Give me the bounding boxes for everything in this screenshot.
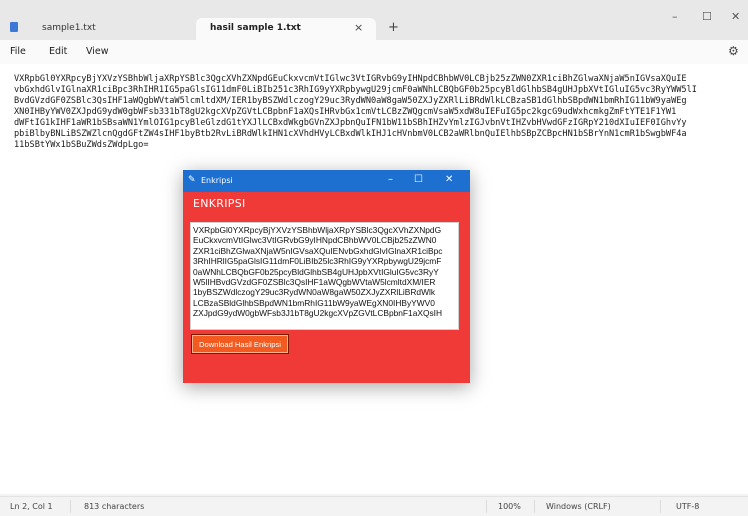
status-divider (70, 500, 71, 513)
cipher-line: EuCkxvcmVtIGlwc3VtIGRvbG9yIHNpdCBhbWV0LC… (193, 235, 437, 246)
feather-icon: ✎ (188, 175, 196, 185)
editor-content[interactable]: VXRpbGl0YXRpcyBjYXVzYSBhbWljaXRpYSBlc3Qg… (14, 74, 748, 151)
status-bar: Ln 2, Col 1 813 characters 100% Windows … (0, 496, 748, 516)
tab-hasil-sample-1[interactable]: hasil sample 1.txt × (196, 18, 376, 40)
cursor-position: Ln 2, Col 1 (10, 502, 53, 511)
editor-line: dWFtIG1kIHF1aWR1bSBsaWN1YmlOIG1pcyBleGlz… (14, 118, 687, 128)
editor-line: XN0IHByYWV0ZXJpdG9ydW0gbWFsb331bT8gU2kgc… (14, 107, 677, 117)
notepad-icon (10, 22, 18, 32)
character-count: 813 characters (84, 502, 145, 511)
editor-line: pbiBlbyBNLiBSZWZlcnQgdGFtZW4sIHF1byBtb2R… (14, 129, 687, 139)
enkripsi-dialog: ✎ Enkripsi – ☐ ✕ ENKRIPSI VXRpbGl0YXRpcy… (183, 170, 470, 383)
dialog-maximize-button[interactable]: ☐ (414, 174, 423, 185)
menu-view[interactable]: View (86, 46, 109, 57)
minimize-button[interactable]: – (672, 10, 678, 23)
editor-line: VXRpbGl0YXRpcyBjYXVzYSBhbWljaXRpYSBlc3Qg… (14, 74, 687, 84)
editor-line: 11bSBtYWx1bSBuZWdsZWdpLgo= (14, 140, 149, 150)
cipher-line: ZXR1ciBhZGlwaXNjaW5nIGVsaXQuIENvbGxhdGlv… (193, 245, 443, 256)
dialog-close-button[interactable]: ✕ (445, 174, 453, 185)
dialog-title: Enkripsi (201, 176, 233, 185)
tab-label: sample1.txt (42, 23, 96, 33)
ciphertext-content: VXRpbGl0YXRpcyBjYXVzYSBhbWljaXRpYSBlc3Qg… (193, 225, 442, 319)
dialog-title-bar: ✎ Enkripsi – ☐ ✕ (183, 170, 470, 192)
dialog-heading: ENKRIPSI (193, 197, 246, 210)
menu-edit[interactable]: Edit (49, 46, 67, 57)
cipher-line: ZXJpdG9ydW0gbWFsb3J1bT8gU2kgcXVpZGVtLCBp… (193, 308, 443, 319)
cipher-line: 3RhIHRlIG5paGlsIG11dmF0LiBIb25lc3RhIG9yY… (193, 256, 442, 267)
maximize-button[interactable]: ☐ (702, 10, 712, 23)
line-ending[interactable]: Windows (CRLF) (546, 502, 611, 511)
cipher-line: W5lIHBvdGVzdGF0ZSBlc3QsIHF1aWQgbWVtaW5lc… (193, 277, 436, 288)
dialog-minimize-button[interactable]: – (388, 174, 393, 185)
tab-label: hasil sample 1.txt (210, 23, 301, 33)
zoom-level[interactable]: 100% (498, 502, 521, 511)
new-tab-button[interactable]: + (388, 20, 399, 35)
status-divider (486, 500, 487, 513)
title-bar: sample1.txt hasil sample 1.txt × + – ☐ ✕ (0, 0, 748, 40)
editor-line: BvdGVzdGF0ZSBlc3QsIHF1aWQgbWVtaW5lcmltdX… (14, 96, 687, 106)
editor-line: vbGxhdGlvIGlnaXR1ciBpc3RhIHR1IG5paGlsIG1… (14, 85, 697, 95)
gear-icon[interactable]: ⚙ (728, 44, 739, 58)
tab-sample1[interactable]: sample1.txt (0, 18, 196, 40)
close-button[interactable]: ✕ (731, 10, 740, 23)
cipher-line: VXRpbGl0YXRpcyBjYXVzYSBhbWljaXRpYSBlc3Qg… (193, 225, 442, 235)
status-divider (534, 500, 535, 513)
tab-close-icon[interactable]: × (354, 21, 363, 34)
download-hasil-enkripsi-button[interactable]: Download Hasil Enkripsi (191, 334, 289, 354)
status-divider (660, 500, 661, 513)
cipher-line: 0aWNhLCBQbGF0b25pcyBldGlhbSB4gUHJpbXVtIG… (193, 266, 439, 277)
ciphertext-output[interactable]: VXRpbGl0YXRpcyBjYXVzYSBhbWljaXRpYSBlc3Qg… (190, 222, 459, 330)
menu-bar: File Edit View ⚙ (0, 40, 748, 64)
menu-file[interactable]: File (10, 46, 26, 57)
encoding[interactable]: UTF-8 (676, 502, 699, 511)
cipher-line: 1byBSZWdlczogY29uc3RydWN0aW8gaW50ZXJyZXR… (193, 287, 436, 298)
cipher-line: LCBzaSBldGlhbSBpdWN1bmRhIG11bW9yaWEgXN0I… (193, 297, 435, 308)
